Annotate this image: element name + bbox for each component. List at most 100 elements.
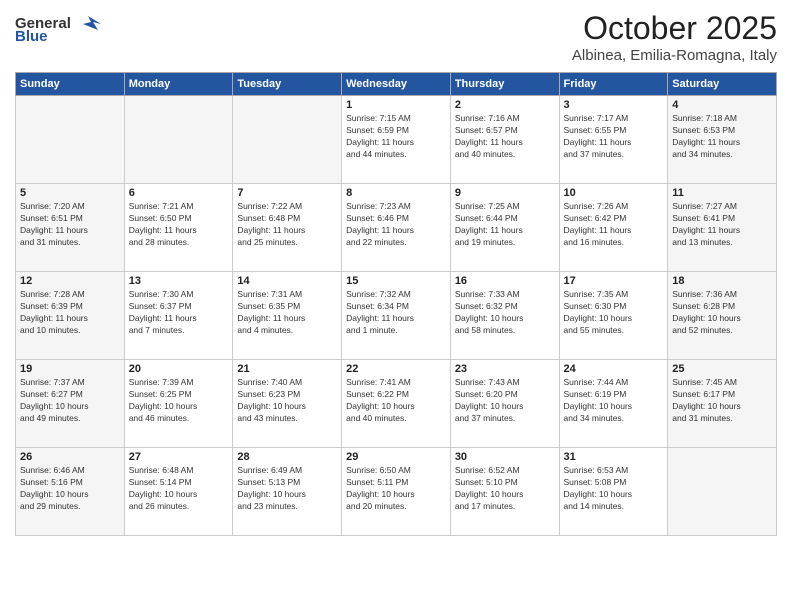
table-row: 6Sunrise: 7:21 AM Sunset: 6:50 PM Daylig… <box>124 184 233 272</box>
day-info: Sunrise: 7:17 AM Sunset: 6:55 PM Dayligh… <box>564 113 664 161</box>
day-number: 11 <box>672 187 772 199</box>
day-number: 23 <box>455 363 555 375</box>
table-row <box>124 96 233 184</box>
calendar-week-row: 12 Sunrise: 7:28 AM Sunset: 6:39 PM Dayli… <box>16 272 777 360</box>
day-number: 29 <box>346 451 446 463</box>
day-info: Sunrise: 7:40 AM Sunset: 6:23 PM Dayligh… <box>237 377 337 425</box>
day-info: Sunrise: 7:16 AM Sunset: 6:57 PM Dayligh… <box>455 113 555 161</box>
table-row: 13 Sunrise: 7:30 AM Sunset: 6:37 PM Dayli… <box>124 272 233 360</box>
day-number: 6 <box>129 187 229 199</box>
table-row <box>668 448 777 536</box>
table-row: 16Sunrise: 7:33 AM Sunset: 6:32 PM Dayli… <box>450 272 559 360</box>
day-info: Sunrise: 7:30 AM Sunset: 6:37 PM Dayligh… <box>129 289 229 337</box>
table-row: 20 Sunrise: 7:39 AM Sunset: 6:25 PM Dayli… <box>124 360 233 448</box>
day-info: Sunrise: 7:31 AM Sunset: 6:35 PM Dayligh… <box>237 289 337 337</box>
table-row: 1 Sunrise: 7:15 AM Sunset: 6:59 PM Daylig… <box>342 96 451 184</box>
day-number: 20 <box>129 363 229 375</box>
day-info: Sunrise: 7:45 AM Sunset: 6:17 PM Dayligh… <box>672 377 772 425</box>
day-number: 24 <box>564 363 664 375</box>
table-row: 31 Sunrise: 6:53 AM Sunset: 5:08 PM Dayli… <box>559 448 668 536</box>
table-row: 14 Sunrise: 7:31 AM Sunset: 6:35 PM Dayli… <box>233 272 342 360</box>
table-row: 26 Sunrise: 6:46 AM Sunset: 5:16 PM Dayli… <box>16 448 125 536</box>
day-number: 12 <box>20 275 120 287</box>
table-row: 18Sunrise: 7:36 AM Sunset: 6:28 PM Dayli… <box>668 272 777 360</box>
day-info: Sunrise: 7:27 AM Sunset: 6:41 PM Dayligh… <box>672 201 772 249</box>
table-row <box>16 96 125 184</box>
header-wednesday: Wednesday <box>342 73 451 96</box>
day-info: Sunrise: 7:39 AM Sunset: 6:25 PM Dayligh… <box>129 377 229 425</box>
day-number: 13 <box>129 275 229 287</box>
day-number: 31 <box>564 451 664 463</box>
title-block: October 2025 Albinea, Emilia-Romagna, It… <box>572 10 777 64</box>
table-row <box>233 96 342 184</box>
calendar-week-row: 19Sunrise: 7:37 AM Sunset: 6:27 PM Dayli… <box>16 360 777 448</box>
day-number: 17 <box>564 275 664 287</box>
header-tuesday: Tuesday <box>233 73 342 96</box>
calendar-table: Sunday Monday Tuesday Wednesday Thursday… <box>15 72 777 536</box>
day-info: Sunrise: 6:53 AM Sunset: 5:08 PM Dayligh… <box>564 465 664 513</box>
day-info: Sunrise: 7:15 AM Sunset: 6:59 PM Dayligh… <box>346 113 446 161</box>
day-number: 3 <box>564 99 664 111</box>
day-number: 8 <box>346 187 446 199</box>
table-row: 30 Sunrise: 6:52 AM Sunset: 5:10 PM Dayli… <box>450 448 559 536</box>
day-number: 26 <box>20 451 120 463</box>
day-info: Sunrise: 7:25 AM Sunset: 6:44 PM Dayligh… <box>455 201 555 249</box>
day-number: 30 <box>455 451 555 463</box>
day-info: Sunrise: 6:50 AM Sunset: 5:11 PM Dayligh… <box>346 465 446 513</box>
day-info: Sunrise: 6:52 AM Sunset: 5:10 PM Dayligh… <box>455 465 555 513</box>
day-info: Sunrise: 7:44 AM Sunset: 6:19 PM Dayligh… <box>564 377 664 425</box>
day-info: Sunrise: 7:32 AM Sunset: 6:34 PM Dayligh… <box>346 289 446 337</box>
day-info: Sunrise: 6:46 AM Sunset: 5:16 PM Dayligh… <box>20 465 120 513</box>
day-info: Sunrise: 7:33 AM Sunset: 6:32 PM Dayligh… <box>455 289 555 337</box>
table-row: 9 Sunrise: 7:25 AM Sunset: 6:44 PM Daylig… <box>450 184 559 272</box>
table-row: 28 Sunrise: 6:49 AM Sunset: 5:13 PM Dayli… <box>233 448 342 536</box>
day-number: 1 <box>346 99 446 111</box>
table-row: 5Sunrise: 7:20 AM Sunset: 6:51 PM Daylig… <box>16 184 125 272</box>
calendar-header-row: Sunday Monday Tuesday Wednesday Thursday… <box>16 73 777 96</box>
day-info: Sunrise: 7:36 AM Sunset: 6:28 PM Dayligh… <box>672 289 772 337</box>
day-number: 10 <box>564 187 664 199</box>
table-row: 2Sunrise: 7:16 AM Sunset: 6:57 PM Daylig… <box>450 96 559 184</box>
logo-blue: Blue <box>15 28 48 45</box>
header-monday: Monday <box>124 73 233 96</box>
table-row: 17 Sunrise: 7:35 AM Sunset: 6:30 PM Dayli… <box>559 272 668 360</box>
day-number: 15 <box>346 275 446 287</box>
day-info: Sunrise: 7:23 AM Sunset: 6:46 PM Dayligh… <box>346 201 446 249</box>
table-row: 21 Sunrise: 7:40 AM Sunset: 6:23 PM Dayli… <box>233 360 342 448</box>
table-row: 22Sunrise: 7:41 AM Sunset: 6:22 PM Dayli… <box>342 360 451 448</box>
table-row: 12 Sunrise: 7:28 AM Sunset: 6:39 PM Dayli… <box>16 272 125 360</box>
day-number: 19 <box>20 363 120 375</box>
day-info: Sunrise: 7:28 AM Sunset: 6:39 PM Dayligh… <box>20 289 120 337</box>
day-info: Sunrise: 7:43 AM Sunset: 6:20 PM Dayligh… <box>455 377 555 425</box>
day-number: 9 <box>455 187 555 199</box>
table-row: 23 Sunrise: 7:43 AM Sunset: 6:20 PM Dayli… <box>450 360 559 448</box>
table-row: 3 Sunrise: 7:17 AM Sunset: 6:55 PM Daylig… <box>559 96 668 184</box>
table-row: 27Sunrise: 6:48 AM Sunset: 5:14 PM Dayli… <box>124 448 233 536</box>
logo-bird-icon <box>73 14 103 32</box>
day-number: 28 <box>237 451 337 463</box>
header: General Blue October 2025 Albinea, Emili… <box>15 10 777 64</box>
day-info: Sunrise: 6:49 AM Sunset: 5:13 PM Dayligh… <box>237 465 337 513</box>
header-thursday: Thursday <box>450 73 559 96</box>
day-info: Sunrise: 7:26 AM Sunset: 6:42 PM Dayligh… <box>564 201 664 249</box>
day-number: 7 <box>237 187 337 199</box>
table-row: 11 Sunrise: 7:27 AM Sunset: 6:41 PM Dayli… <box>668 184 777 272</box>
table-row: 25Sunrise: 7:45 AM Sunset: 6:17 PM Dayli… <box>668 360 777 448</box>
location-title: Albinea, Emilia-Romagna, Italy <box>572 47 777 64</box>
header-saturday: Saturday <box>668 73 777 96</box>
logo: General Blue <box>15 10 103 45</box>
day-number: 4 <box>672 99 772 111</box>
day-info: Sunrise: 7:35 AM Sunset: 6:30 PM Dayligh… <box>564 289 664 337</box>
page: General Blue October 2025 Albinea, Emili… <box>0 0 792 612</box>
day-number: 5 <box>20 187 120 199</box>
table-row: 19Sunrise: 7:37 AM Sunset: 6:27 PM Dayli… <box>16 360 125 448</box>
table-row: 10 Sunrise: 7:26 AM Sunset: 6:42 PM Dayli… <box>559 184 668 272</box>
day-number: 14 <box>237 275 337 287</box>
day-info: Sunrise: 7:18 AM Sunset: 6:53 PM Dayligh… <box>672 113 772 161</box>
calendar-week-row: 5Sunrise: 7:20 AM Sunset: 6:51 PM Daylig… <box>16 184 777 272</box>
calendar-week-row: 26 Sunrise: 6:46 AM Sunset: 5:16 PM Dayli… <box>16 448 777 536</box>
day-info: Sunrise: 7:22 AM Sunset: 6:48 PM Dayligh… <box>237 201 337 249</box>
day-number: 21 <box>237 363 337 375</box>
month-title: October 2025 <box>572 10 777 47</box>
calendar-week-row: 1 Sunrise: 7:15 AM Sunset: 6:59 PM Daylig… <box>16 96 777 184</box>
